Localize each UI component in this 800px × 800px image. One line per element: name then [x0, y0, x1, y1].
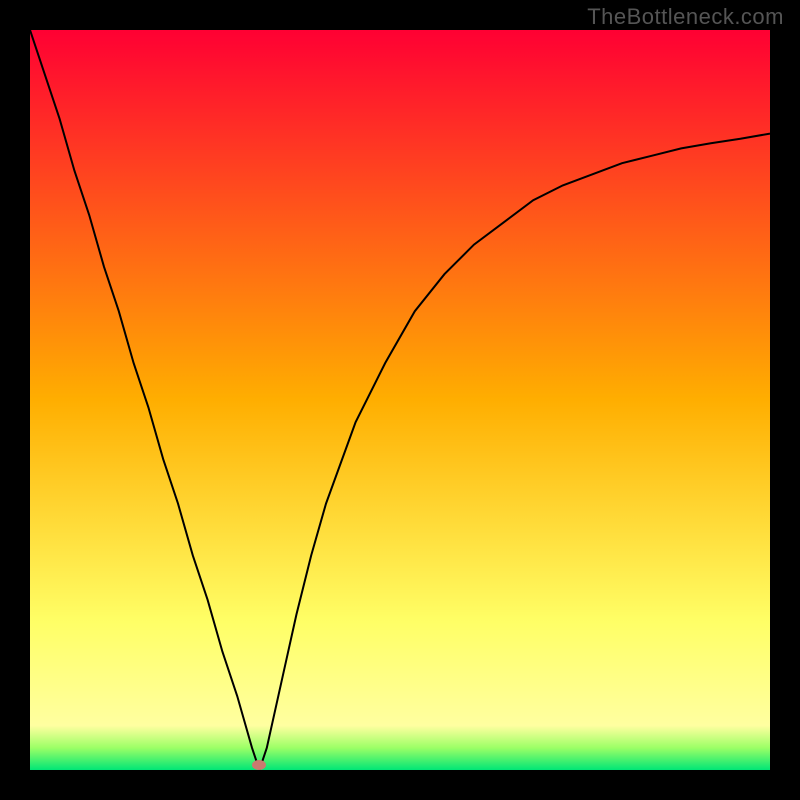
plot-background	[30, 30, 770, 770]
chart-frame: TheBottleneck.com	[0, 0, 800, 800]
watermark-text: TheBottleneck.com	[587, 4, 784, 30]
minimum-marker	[252, 760, 266, 770]
chart-plot-area	[30, 30, 770, 770]
